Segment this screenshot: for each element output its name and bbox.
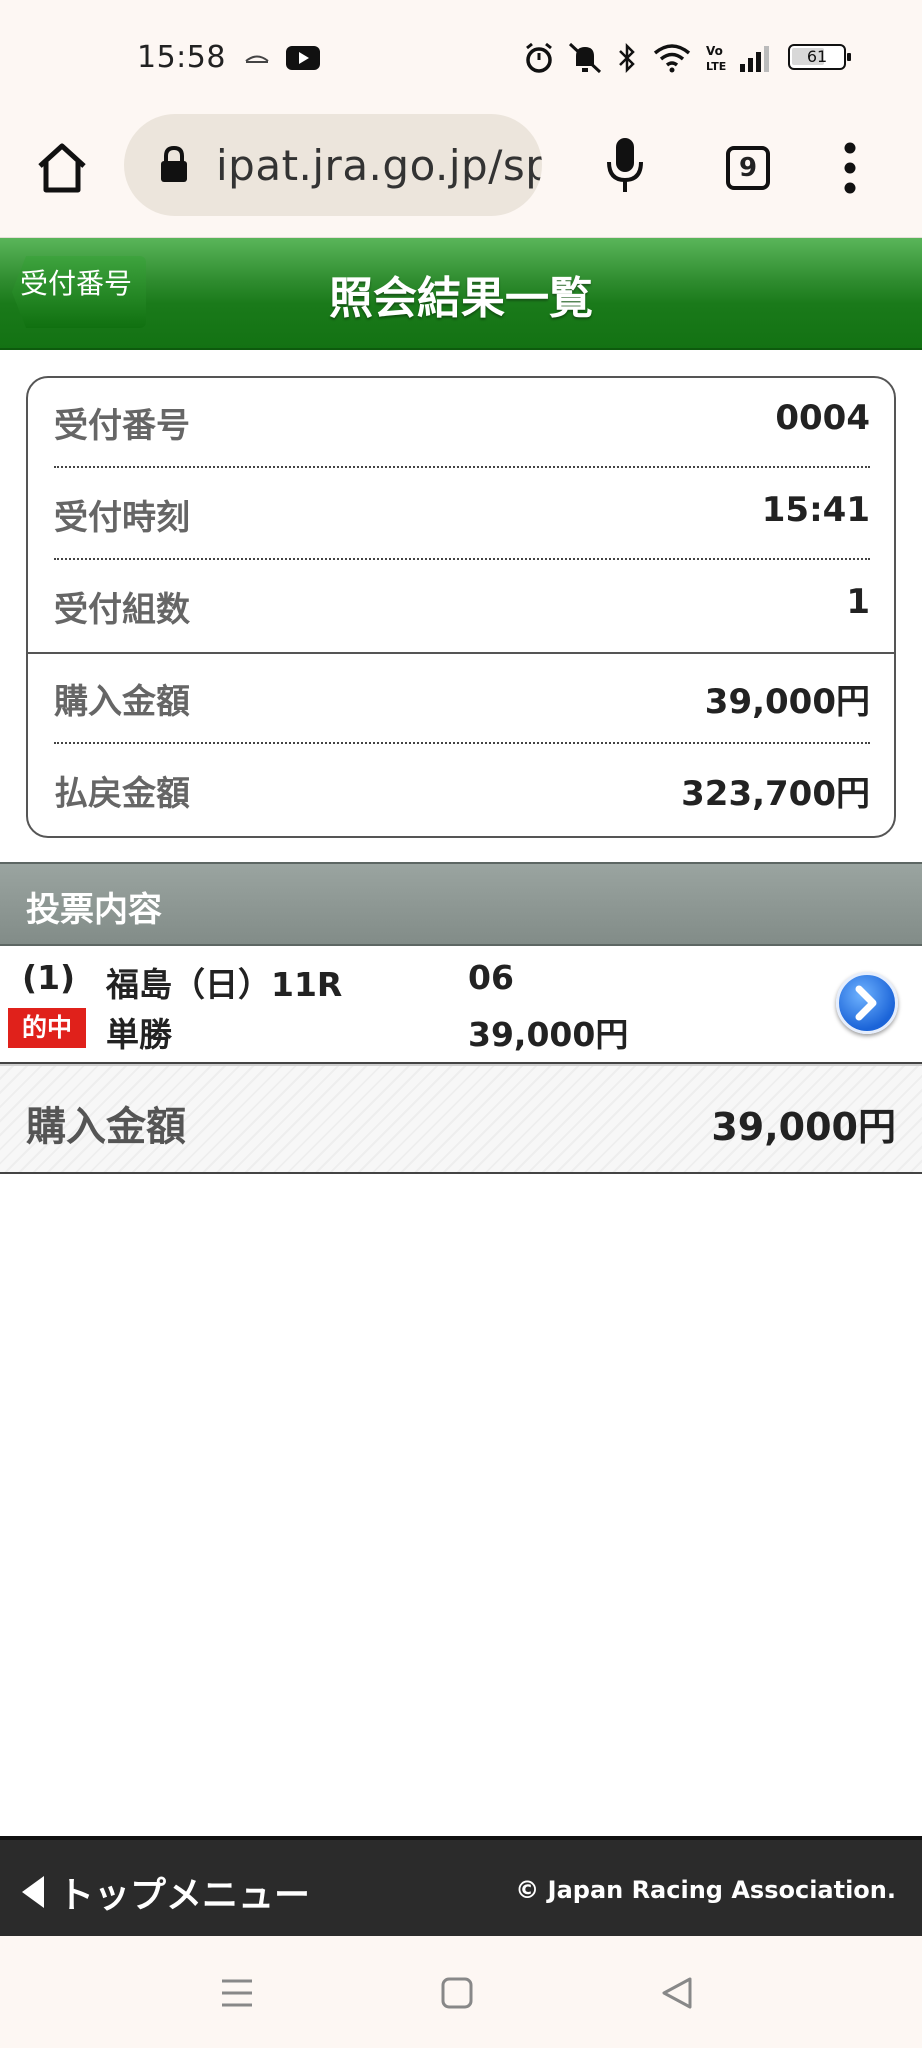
section-title: 投票内容 [26,890,162,930]
copyright-text: © Japan Racing Association. [515,1876,896,1904]
summary-row-payout-amount: 払戻金額 323,700円 [54,746,870,836]
home-nav-icon[interactable] [440,1976,474,2010]
triangle-left-icon [22,1876,44,1908]
summary-row-receipt-time: 受付時刻 15:41 [54,470,870,560]
url-text: ipat.jra.go.jp/sp [216,141,542,190]
summary-label: 受付時刻 [54,498,190,538]
home-icon[interactable] [34,140,90,196]
page-title: 照会結果一覧 [329,273,593,324]
system-nav-bar [0,1936,922,2048]
alarm-icon [526,42,552,73]
svg-text:LTE: LTE [706,60,726,73]
url-omnibox[interactable]: ipat.jra.go.jp/sp [124,114,542,216]
signal-icon [740,46,769,72]
svg-text:Vo: Vo [706,44,723,58]
summary-label: 受付組数 [54,590,190,630]
youtube-icon [286,46,320,70]
more-options-icon[interactable] [836,140,864,196]
vote-list-item[interactable]: (1) 福島（日）11R 06 的中 単勝 39,000円 [0,946,922,1064]
tab-switcher-button[interactable]: 9 [726,146,770,190]
summary-value: 39,000円 [704,682,870,722]
top-menu-label: トップメニュー [58,1875,311,1916]
detail-arrow-button[interactable] [836,972,898,1034]
total-value: 39,000円 [711,1105,896,1149]
browser-toolbar: ipat.jra.go.jp/sp 9 [0,110,922,238]
lock-icon [161,146,187,182]
summary-row-set-count: 受付組数 1 [54,562,870,652]
status-time: 15:58 [137,40,226,75]
summary-label: 購入金額 [54,682,190,722]
total-purchase-bar: 購入金額 39,000円 [0,1064,922,1174]
vote-index: (1) [22,958,76,997]
hit-badge: 的中 [8,1008,86,1048]
summary-value: 15:41 [761,490,870,530]
battery-level: 61 [806,47,828,66]
volte-icon: Vo LTE [706,44,726,73]
wifi-icon [653,44,691,73]
page-header: 受付番号 照会結果一覧 [0,238,922,350]
summary-row-receipt-number: 受付番号 0004 [54,378,870,468]
mic-icon[interactable] [606,136,644,196]
recent-apps-icon[interactable] [220,1976,254,2010]
summary-value: 1 [846,582,870,622]
chevron-right-icon [855,985,877,1021]
top-menu-link[interactable]: トップメニュー [22,1862,310,1922]
back-nav-icon[interactable] [660,1976,694,2010]
battery-icon: 61 [788,44,851,70]
summary-card: 受付番号 0004 受付時刻 15:41 受付組数 1 購入金額 39,000円… [26,376,896,838]
vote-bet-type: 単勝 [106,1015,172,1054]
summary-label: 払戻金額 [54,774,190,814]
vote-horse-number: 06 [468,958,514,997]
mute-icon [568,42,602,74]
summary-value: 0004 [775,398,870,438]
footer-bar: トップメニュー © Japan Racing Association. [0,1836,922,1936]
status-bar: 15:58 Vo LTE 61 [0,0,922,110]
vote-race: 福島（日）11R [106,965,343,1004]
bluetooth-icon [619,42,635,74]
summary-value: 323,700円 [681,774,870,814]
total-label: 購入金額 [26,1104,186,1150]
vote-contents-header: 投票内容 [0,862,922,946]
summary-row-purchase-amount: 購入金額 39,000円 [54,654,870,744]
vote-amount: 39,000円 [468,1015,629,1054]
summary-label: 受付番号 [54,406,190,446]
wing-icon [245,55,269,63]
